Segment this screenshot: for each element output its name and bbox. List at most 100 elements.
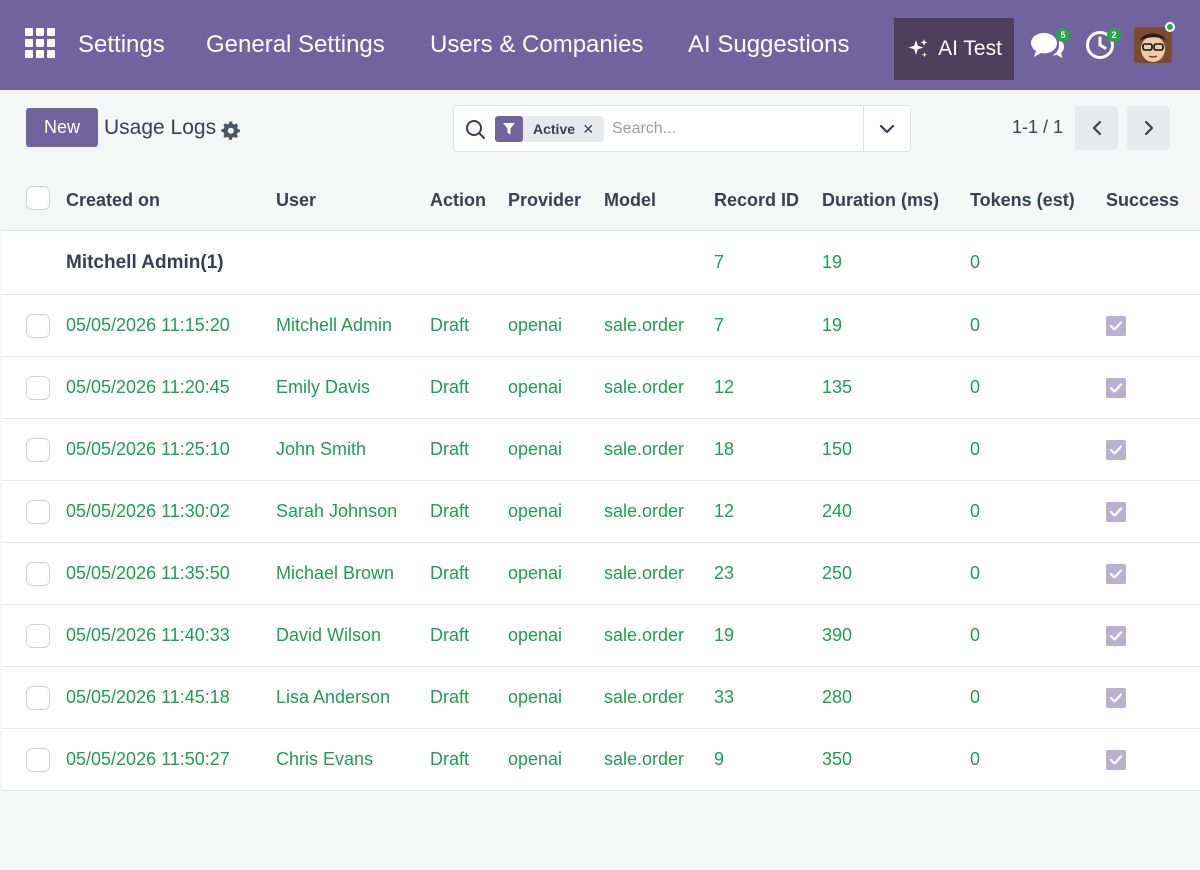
row-select-checkbox[interactable]: [26, 686, 50, 710]
row-select-checkbox[interactable]: [26, 500, 50, 524]
success-checkbox: [1106, 502, 1126, 522]
pager-value[interactable]: 1-1 / 1: [1012, 117, 1063, 138]
cell-provider: openai: [508, 439, 563, 459]
online-status-dot: [1165, 22, 1175, 32]
cell-model: sale.order: [604, 501, 685, 521]
cell-record-id: 18: [714, 439, 735, 459]
group-label: Mitchell Admin(1): [66, 251, 224, 273]
row-select-checkbox[interactable]: [26, 438, 50, 462]
cell-user: David Wilson: [276, 625, 382, 645]
cell-duration: 135: [822, 377, 853, 397]
cell-tokens: 0: [970, 687, 981, 707]
cell-model: sale.order: [604, 377, 685, 397]
table-row[interactable]: 05/05/2026 11:15:20 Mitchell Admin Draft op…: [2, 295, 1200, 357]
row-select-checkbox[interactable]: [26, 376, 50, 400]
search-input[interactable]: [612, 117, 862, 141]
cell-duration: 250: [822, 563, 853, 583]
column-header-model[interactable]: Model: [604, 170, 656, 230]
nav-item-general-settings[interactable]: General Settings: [206, 30, 385, 60]
row-select-checkbox[interactable]: [26, 748, 50, 772]
column-header-duration[interactable]: Duration (ms): [822, 170, 939, 230]
cell-duration: 150: [822, 439, 853, 459]
cell-provider: openai: [508, 377, 563, 397]
cell-created-on: 05/05/2026 11:50:27: [66, 749, 230, 769]
cell-model: sale.order: [604, 687, 685, 707]
cell-created-on: 05/05/2026 11:35:50: [66, 563, 230, 583]
cell-action: Draft: [430, 501, 470, 521]
success-checkbox: [1106, 378, 1126, 398]
column-header-success[interactable]: Success: [1106, 170, 1179, 230]
cell-record-id: 7: [714, 315, 725, 335]
success-checkbox: [1106, 564, 1126, 584]
cell-created-on: 05/05/2026 11:20:45: [66, 377, 230, 397]
cell-tokens: 0: [970, 439, 981, 459]
usage-logs-table: Created on User Action Provider Model Re…: [2, 170, 1200, 791]
row-select-checkbox[interactable]: [26, 314, 50, 338]
user-avatar[interactable]: [1134, 27, 1172, 63]
cell-record-id: 33: [714, 687, 735, 707]
row-select-checkbox[interactable]: [26, 624, 50, 648]
table-row[interactable]: 05/05/2026 11:40:33 David Wilson Draft open…: [2, 605, 1200, 667]
activities-clock-icon[interactable]: 2: [1085, 28, 1121, 60]
search-options-toggle[interactable]: [863, 106, 910, 151]
table-row[interactable]: 05/05/2026 11:30:02 Sarah Johnson Draft ope…: [2, 481, 1200, 543]
cell-action: Draft: [430, 749, 470, 769]
cell-provider: openai: [508, 687, 563, 707]
facet-remove-icon[interactable]: ×: [583, 119, 604, 140]
cell-tokens: 0: [970, 625, 981, 645]
cell-duration: 350: [822, 749, 853, 769]
cell-provider: openai: [508, 749, 563, 769]
table-row[interactable]: 05/05/2026 11:45:18 Lisa Anderson Draft ope…: [2, 667, 1200, 729]
cell-created-on: 05/05/2026 11:40:33: [66, 625, 230, 645]
column-header-action[interactable]: Action: [430, 170, 486, 230]
table-row[interactable]: 05/05/2026 11:50:27 Chris Evans Draft opena…: [2, 729, 1200, 791]
search-bar: Active ×: [453, 105, 911, 152]
table-row[interactable]: 05/05/2026 11:35:50 Michael Brown Draft ope…: [2, 543, 1200, 605]
messages-icon[interactable]: 5: [1030, 28, 1070, 60]
app-menu-grid-icon[interactable]: [25, 28, 55, 58]
cell-record-id: 12: [714, 377, 735, 397]
cell-created-on: 05/05/2026 11:45:18: [66, 687, 230, 707]
group-duration-total: 19: [822, 252, 843, 272]
column-header-provider[interactable]: Provider: [508, 170, 581, 230]
column-header-tokens[interactable]: Tokens (est): [970, 170, 1075, 230]
pager-next-button[interactable]: [1127, 106, 1170, 150]
chevron-left-icon: [1092, 120, 1101, 136]
cell-user: Sarah Johnson: [276, 501, 398, 521]
cell-provider: openai: [508, 315, 563, 335]
cell-model: sale.order: [604, 749, 685, 769]
pager-previous-button[interactable]: [1075, 106, 1118, 150]
activities-badge: 2: [1107, 28, 1121, 42]
cell-user: Chris Evans: [276, 749, 374, 769]
cell-action: Draft: [430, 377, 470, 397]
ai-test-button[interactable]: AI Test: [894, 18, 1014, 80]
column-header-created-on[interactable]: Created on: [66, 170, 160, 230]
nav-item-users-companies[interactable]: Users & Companies: [430, 30, 643, 60]
cell-tokens: 0: [970, 377, 981, 397]
cell-duration: 280: [822, 687, 853, 707]
row-select-checkbox[interactable]: [26, 562, 50, 586]
group-tokens-total: 0: [970, 252, 981, 272]
group-row[interactable]: Mitchell Admin(1) 7 19 0: [2, 231, 1200, 295]
chevron-right-icon: [1144, 120, 1153, 136]
cell-action: Draft: [430, 625, 470, 645]
group-record-id-total: 7: [714, 252, 725, 272]
cell-duration: 390: [822, 625, 853, 645]
nav-item-settings[interactable]: Settings: [78, 30, 165, 60]
select-all-checkbox[interactable]: [26, 186, 50, 210]
cell-provider: openai: [508, 563, 563, 583]
cell-tokens: 0: [970, 501, 981, 521]
nav-item-ai-suggestions[interactable]: AI Suggestions: [688, 30, 849, 60]
table-row[interactable]: 05/05/2026 11:20:45 Emily Davis Draft opena…: [2, 357, 1200, 419]
success-checkbox: [1106, 316, 1126, 336]
search-facet-active: Active ×: [495, 116, 604, 142]
cell-model: sale.order: [604, 315, 685, 335]
gear-icon[interactable]: [221, 121, 241, 141]
new-button[interactable]: New: [26, 108, 98, 147]
column-header-record-id[interactable]: Record ID: [714, 170, 799, 230]
table-row[interactable]: 05/05/2026 11:25:10 John Smith Draft openai…: [2, 419, 1200, 481]
success-checkbox: [1106, 440, 1126, 460]
cell-duration: 19: [822, 315, 843, 335]
facet-label: Active: [533, 121, 576, 137]
column-header-user[interactable]: User: [276, 170, 316, 230]
